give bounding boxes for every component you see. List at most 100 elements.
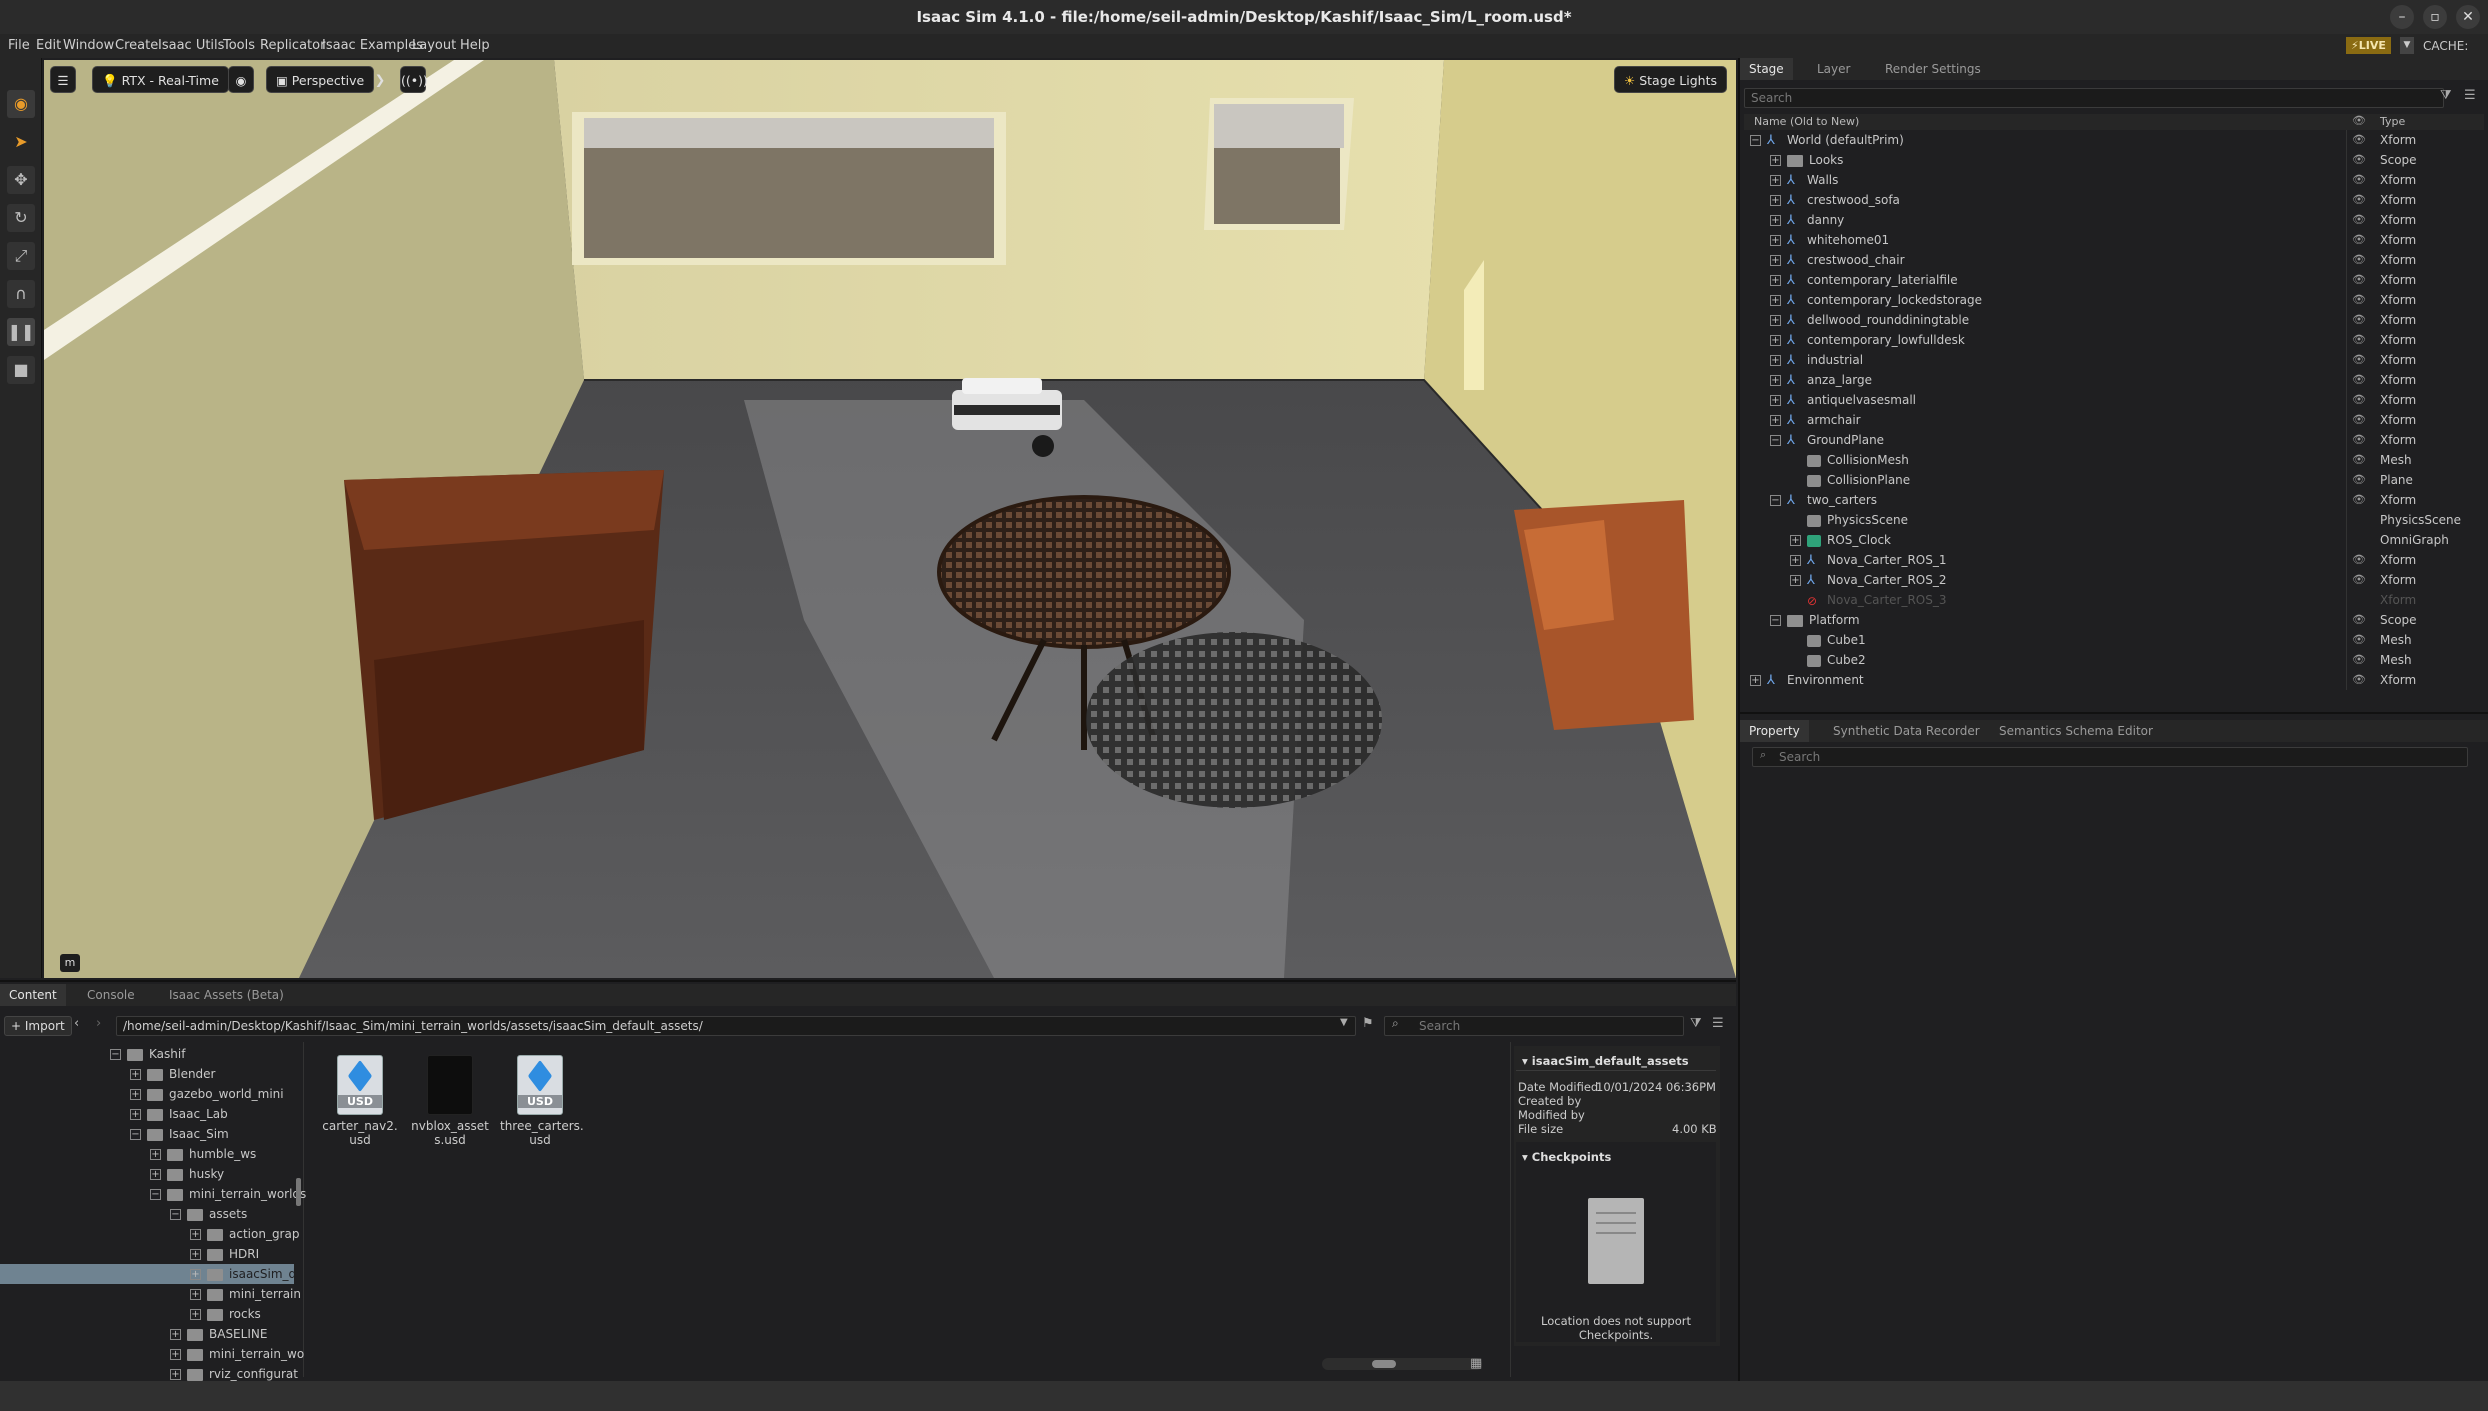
folder-tree-item[interactable]: − Isaac_Sim <box>130 1124 229 1144</box>
vertical-splitter-upper[interactable] <box>1738 58 1740 718</box>
stage-tree-row[interactable]: + ROS_Clock <box>1790 530 1891 550</box>
render-mode-button[interactable]: 💡 RTX - Real-Time <box>92 66 229 93</box>
stage-tree-row[interactable]: + ⅄ Walls <box>1770 170 1838 190</box>
visibility-eye-icon[interactable]: 👁 <box>2352 373 2366 386</box>
stage-tree-row[interactable]: + ⅄ crestwood_chair <box>1770 250 1905 270</box>
expand-toggle-icon[interactable]: + <box>170 1349 181 1360</box>
visibility-eye-icon[interactable]: 👁 <box>2352 273 2366 286</box>
collapse-toggle-icon[interactable]: − <box>130 1129 141 1140</box>
tab-render-settings[interactable]: Render Settings <box>1876 58 1990 80</box>
stage-tree-row[interactable]: + ⅄ dellwood_rounddiningtable <box>1770 310 1969 330</box>
stage-tree-row[interactable]: + ⅄ antiquelvasesmall <box>1770 390 1916 410</box>
folder-tree-item[interactable]: + mini_terrain_wo <box>170 1344 304 1364</box>
back-arrow-icon[interactable]: ‹ <box>74 1016 79 1031</box>
collapse-toggle-icon[interactable]: − <box>1770 435 1781 446</box>
expand-toggle-icon[interactable]: + <box>190 1269 201 1280</box>
tab-isaac-assets[interactable]: Isaac Assets (Beta) <box>160 984 293 1006</box>
folder-tree-item[interactable]: + gazebo_world_mini <box>130 1084 284 1104</box>
visibility-eye-icon[interactable]: 👁 <box>2352 153 2366 166</box>
expand-toggle-icon[interactable]: + <box>1770 175 1781 186</box>
expand-toggle-icon[interactable]: + <box>190 1289 201 1300</box>
tab-layer[interactable]: Layer <box>1808 58 1859 80</box>
tab-semantics-schema-editor[interactable]: Semantics Schema Editor <box>1990 720 2162 742</box>
expand-chevron-icon[interactable]: ❯ <box>370 66 390 93</box>
expand-toggle-icon[interactable]: + <box>1770 335 1781 346</box>
stage-tree-row[interactable]: + ⅄ armchair <box>1770 410 1861 430</box>
expand-toggle-icon[interactable]: + <box>170 1329 181 1340</box>
expand-toggle-icon[interactable]: + <box>1790 575 1801 586</box>
collapse-toggle-icon[interactable]: − <box>1750 135 1761 146</box>
collapse-toggle-icon[interactable]: − <box>110 1049 121 1060</box>
tab-stage[interactable]: Stage <box>1740 58 1793 80</box>
visibility-eye-icon[interactable]: 👁 <box>2352 573 2366 586</box>
stage-tree-row[interactable]: + ⅄ contemporary_laterialfile <box>1770 270 1958 290</box>
omniverse-logo-icon[interactable]: ◉ <box>7 90 35 118</box>
scale-icon[interactable]: ⤢ <box>7 242 35 270</box>
name-column-label[interactable]: Name (Old to New) <box>1754 115 1859 128</box>
expand-toggle-icon[interactable]: + <box>130 1069 141 1080</box>
maximize-button[interactable]: ▫ <box>2423 5 2447 29</box>
visibility-eye-icon[interactable]: 👁 <box>2352 213 2366 226</box>
expand-toggle-icon[interactable]: + <box>1770 235 1781 246</box>
menu-isaac-examples[interactable]: Isaac Examples <box>322 34 423 58</box>
bookmark-icon[interactable]: ⚑ <box>1362 1016 1374 1031</box>
path-dropdown-icon[interactable]: ▼ <box>1340 1017 1348 1028</box>
snap-magnet-icon[interactable]: ∩ <box>7 280 35 308</box>
stage-tree-row[interactable]: CollisionPlane <box>1790 470 1910 490</box>
minimize-button[interactable]: – <box>2390 5 2414 29</box>
forward-arrow-icon[interactable]: › <box>96 1016 101 1031</box>
stage-tree-row[interactable]: − ⅄ World (defaultPrim) <box>1750 130 1904 150</box>
expand-toggle-icon[interactable]: + <box>1770 255 1781 266</box>
stage-tree-row[interactable]: + ⅄ whitehome01 <box>1770 230 1889 250</box>
file-tile[interactable]: USD three_carters. usd <box>500 1055 584 1147</box>
stage-tree-row[interactable]: + ⅄ danny <box>1770 210 1844 230</box>
folder-tree-item[interactable]: + humble_ws <box>150 1144 256 1164</box>
stage-tree-row[interactable]: Cube2 <box>1790 650 1866 670</box>
content-search-input[interactable]: Search <box>1384 1016 1684 1036</box>
visibility-eye-icon[interactable]: 👁 <box>2352 673 2366 686</box>
visibility-eye-icon[interactable]: 👁 <box>2352 453 2366 466</box>
menu-help[interactable]: Help <box>460 34 490 58</box>
stage-tree-row[interactable]: − Platform <box>1770 610 1860 630</box>
rotate-icon[interactable]: ↻ <box>7 204 35 232</box>
stage-tree-row[interactable]: ⊘ Nova_Carter_ROS_3 <box>1790 590 1947 610</box>
menu-create[interactable]: Create <box>115 34 158 58</box>
viewport[interactable]: ☰ 💡 RTX - Real-Time ◉ ▣ Perspective ❯ ((… <box>44 60 1736 978</box>
menu-edit[interactable]: Edit <box>36 34 61 58</box>
visibility-eye-icon[interactable]: 👁 <box>2352 393 2366 406</box>
visibility-eye-icon[interactable]: 👁 <box>2352 173 2366 186</box>
folder-tree-item[interactable]: + rocks <box>190 1304 261 1324</box>
stage-tree-row[interactable]: + ⅄ contemporary_lowfulldesk <box>1770 330 1965 350</box>
menu-replicator[interactable]: Replicator <box>260 34 325 58</box>
collapse-toggle-icon[interactable]: − <box>170 1209 181 1220</box>
select-arrow-icon[interactable]: ➤ <box>7 128 35 156</box>
expand-toggle-icon[interactable]: + <box>170 1369 181 1380</box>
folder-tree-item[interactable]: + BASELINE <box>170 1324 267 1344</box>
visibility-eye-icon[interactable]: 👁 <box>2352 193 2366 206</box>
visibility-eye-icon[interactable]: 👁 <box>2352 553 2366 566</box>
filter-icon[interactable]: ⧩ <box>2440 88 2452 103</box>
expand-toggle-icon[interactable]: + <box>1790 555 1801 566</box>
tab-property[interactable]: Property <box>1740 720 1809 742</box>
folder-tree-item[interactable]: + husky <box>150 1164 224 1184</box>
folder-tree-item[interactable]: − Kashif <box>110 1044 185 1064</box>
camera-button[interactable]: ▣ Perspective <box>266 66 375 93</box>
stage-tree-row[interactable]: PhysicsScene <box>1790 510 1908 530</box>
expand-toggle-icon[interactable]: + <box>1770 315 1781 326</box>
move-icon[interactable]: ✥ <box>7 166 35 194</box>
stage-tree-row[interactable]: + ⅄ anza_large <box>1770 370 1872 390</box>
stage-search-input[interactable]: Search <box>1744 88 2444 108</box>
zoom-slider-handle[interactable] <box>1372 1360 1396 1368</box>
stage-tree-row[interactable]: Cube1 <box>1790 630 1866 650</box>
visibility-eye-icon[interactable]: 👁 <box>2352 293 2366 306</box>
expand-toggle-icon[interactable]: + <box>1750 675 1761 686</box>
expand-toggle-icon[interactable]: + <box>1790 535 1801 546</box>
stop-icon[interactable]: ■ <box>7 356 35 384</box>
eye-visibility-icon[interactable]: ◉ <box>228 66 254 93</box>
expand-toggle-icon[interactable]: + <box>190 1309 201 1320</box>
visibility-eye-icon[interactable]: 👁 <box>2352 313 2366 326</box>
file-tile[interactable]: nvblox_asset s.usd <box>410 1055 490 1147</box>
close-button[interactable]: ✕ <box>2456 5 2480 29</box>
type-column-label[interactable]: Type <box>2380 115 2405 128</box>
visibility-eye-icon[interactable]: 👁 <box>2352 413 2366 426</box>
